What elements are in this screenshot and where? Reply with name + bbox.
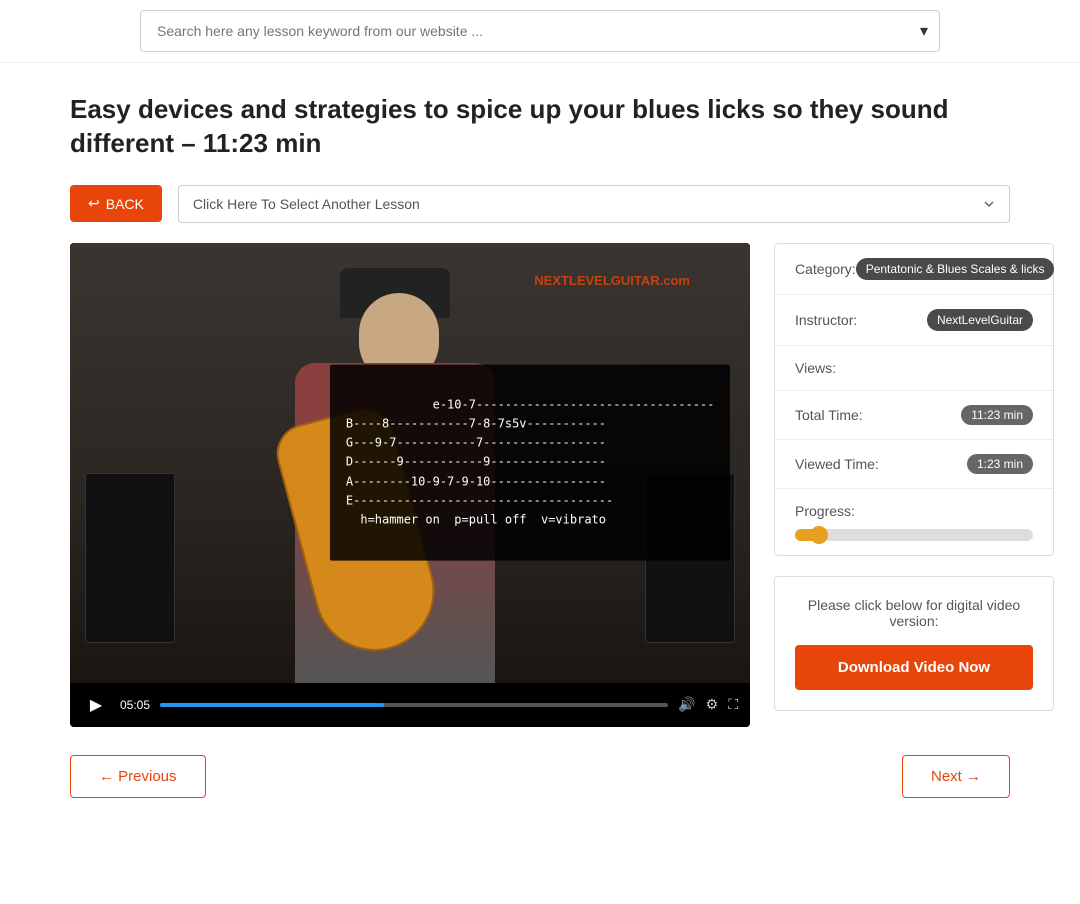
next-button[interactable]: Next → xyxy=(902,755,1010,798)
logo-text: NEXTLEVELGUITAR.com xyxy=(534,273,690,288)
progress-fill xyxy=(795,529,824,541)
tab-content: e-10-7--------------------------------- … xyxy=(346,397,714,526)
instructor-label: Instructor: xyxy=(795,312,857,328)
total-time-row: Total Time: 11:23 min xyxy=(775,391,1053,440)
play-button[interactable]: ▶ xyxy=(82,691,110,719)
views-row: Views: xyxy=(775,346,1053,391)
back-button[interactable]: ↩ BACK xyxy=(70,185,162,222)
video-scene: NEXTLEVELGUITAR.com e-10-7--------------… xyxy=(70,243,750,683)
current-time: 05:05 xyxy=(120,698,150,712)
content-area: NEXTLEVELGUITAR.com e-10-7--------------… xyxy=(70,243,1010,727)
instructor-row: Instructor: NextLevelGuitar xyxy=(775,295,1053,346)
search-container: ▾ xyxy=(140,10,940,52)
guitar-tab-overlay: e-10-7--------------------------------- … xyxy=(330,364,730,561)
search-chevron-icon: ▾ xyxy=(920,21,928,41)
download-box: Please click below for digital video ver… xyxy=(774,576,1054,711)
instructor-badge: NextLevelGuitar xyxy=(927,309,1033,331)
category-label: Category: xyxy=(795,261,856,277)
video-progress-fill xyxy=(160,703,384,707)
settings-icon[interactable]: ⚙ xyxy=(706,696,719,713)
viewed-time-row: Viewed Time: 1:23 min xyxy=(775,440,1053,489)
controls-row: ↩ BACK Click Here To Select Another Less… xyxy=(70,185,1010,223)
info-box: Category: Pentatonic & Blues Scales & li… xyxy=(774,243,1054,556)
previous-button[interactable]: ← Previous xyxy=(70,755,206,798)
viewed-time-label: Viewed Time: xyxy=(795,456,879,472)
nav-row: ← Previous Next → xyxy=(70,755,1010,798)
video-logo: NEXTLEVELGUITAR.com xyxy=(534,273,690,288)
speaker-left xyxy=(85,473,175,643)
fullscreen-icon[interactable]: ⛶ xyxy=(728,696,738,713)
download-button[interactable]: Download Video Now xyxy=(795,645,1033,690)
volume-icon[interactable]: 🔊 xyxy=(678,696,695,713)
video-progress-bar[interactable] xyxy=(160,703,668,707)
video-container: NEXTLEVELGUITAR.com e-10-7--------------… xyxy=(70,243,750,727)
video-controls: ▶ 05:05 🔊 ⚙ ⛶ xyxy=(70,683,750,727)
back-arrow-icon: ↩ xyxy=(88,195,100,212)
lesson-title: Easy devices and strategies to spice up … xyxy=(70,93,1010,161)
total-time-value: 11:23 min xyxy=(961,405,1033,425)
control-icons: 🔊 ⚙ ⛶ xyxy=(678,696,738,713)
back-label: BACK xyxy=(106,196,144,212)
progress-label: Progress: xyxy=(795,503,1033,519)
progress-bar[interactable] xyxy=(795,529,1033,541)
views-label: Views: xyxy=(795,360,836,376)
progress-thumb xyxy=(810,526,828,544)
category-row: Category: Pentatonic & Blues Scales & li… xyxy=(775,244,1053,295)
category-badge: Pentatonic & Blues Scales & licks xyxy=(856,258,1055,280)
viewed-time-value: 1:23 min xyxy=(967,454,1033,474)
sidebar: Category: Pentatonic & Blues Scales & li… xyxy=(774,243,1054,711)
video-frame: NEXTLEVELGUITAR.com e-10-7--------------… xyxy=(70,243,750,683)
main-content: Easy devices and strategies to spice up … xyxy=(10,63,1070,828)
total-time-label: Total Time: xyxy=(795,407,863,423)
progress-row: Progress: xyxy=(775,489,1053,555)
lesson-select[interactable]: Click Here To Select Another Lesson xyxy=(178,185,1010,223)
download-text: Please click below for digital video ver… xyxy=(795,597,1033,629)
search-input[interactable] xyxy=(140,10,940,52)
top-bar: ▾ xyxy=(0,0,1080,63)
